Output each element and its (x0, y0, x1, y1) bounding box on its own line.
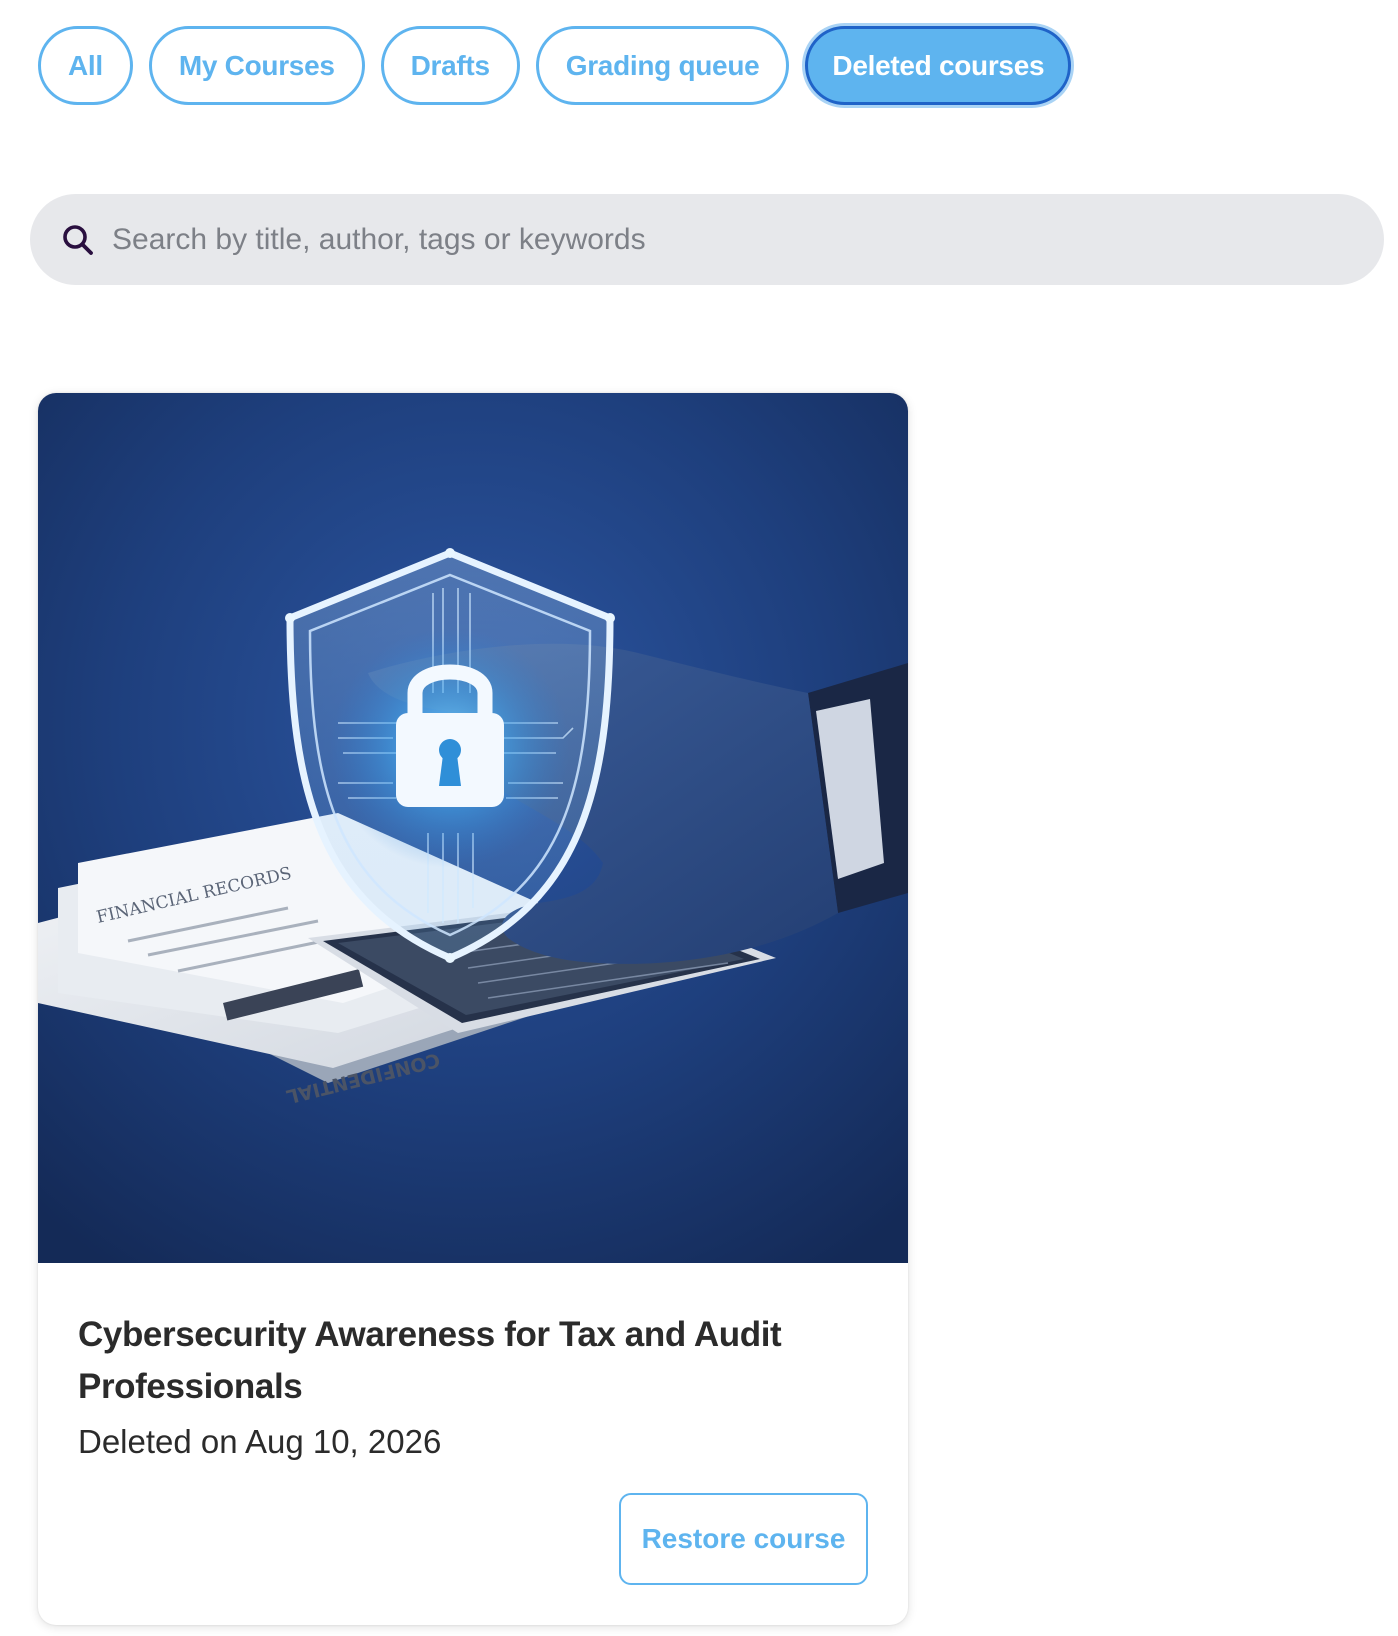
search-icon (58, 220, 98, 260)
tab-deleted-courses[interactable]: Deleted courses (805, 26, 1072, 105)
course-title[interactable]: Cybersecurity Awareness for Tax and Audi… (78, 1309, 868, 1413)
tab-grading-queue[interactable]: Grading queue (535, 26, 790, 105)
tab-my-courses[interactable]: My Courses (148, 26, 365, 105)
tab-all[interactable]: All (38, 26, 133, 105)
filter-tabs: All My Courses Drafts Grading queue Dele… (38, 26, 1072, 105)
search-bar[interactable] (30, 194, 1384, 285)
restore-course-button[interactable]: Restore course (619, 1493, 868, 1585)
course-thumbnail: FINANCIAL RECORDS CONFIDENTIAL (38, 393, 908, 1263)
tab-drafts[interactable]: Drafts (380, 26, 520, 105)
search-input[interactable] (110, 208, 1334, 271)
course-card[interactable]: FINANCIAL RECORDS CONFIDENTIAL Cybersecu… (38, 393, 908, 1625)
deleted-date: Deleted on Aug 10, 2026 (78, 1423, 442, 1460)
